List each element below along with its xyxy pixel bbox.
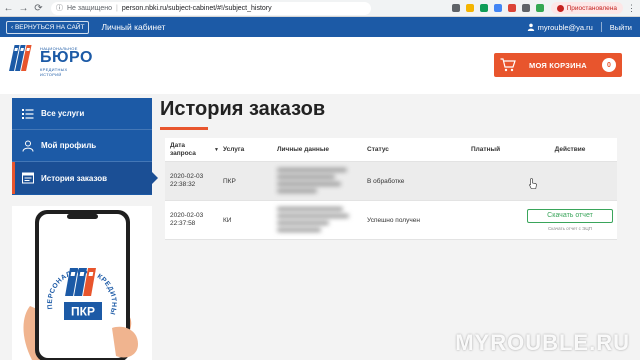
row-status: Успешно получен — [367, 216, 420, 224]
row-time: 22:38:32 — [170, 181, 196, 188]
orders-table: Дата запроса ▼ Услуга Личные данные Стат… — [165, 138, 617, 240]
browser-toolbar: ← → ⟳ ⓘ Не защищено | person.nbki.ru/sub… — [0, 0, 640, 17]
sidebar-item-label: Мой профиль — [41, 141, 97, 150]
bookmark-star-icon[interactable] — [465, 4, 474, 12]
sidebar-item-label: Все услуги — [41, 109, 85, 118]
list-icon — [22, 108, 34, 119]
download-report-button[interactable]: Скачать отчет — [527, 209, 613, 223]
row-date: 2020-02-03 — [170, 173, 204, 180]
logout-link[interactable]: Выйти — [610, 23, 632, 32]
reload-icon[interactable]: ⟳ — [32, 2, 45, 15]
extension-icon[interactable] — [507, 4, 516, 12]
cart-label: МОЯ КОРЗИНА — [529, 60, 587, 70]
title-underline — [160, 127, 208, 130]
nbki-logo[interactable]: НАЦИОНАЛЬНОЕ БЮРО КРЕДИТНЫХ ИСТОРИЙ — [8, 43, 92, 77]
logo-bottom-text: КРЕДИТНЫХ ИСТОРИЙ — [40, 67, 68, 77]
column-header-date[interactable]: Дата запроса ▼ — [165, 142, 223, 158]
back-icon[interactable]: ← — [2, 2, 15, 15]
row-service: КИ — [223, 216, 232, 224]
row-status: В обработке — [367, 177, 405, 185]
table-row[interactable]: 2020-02-03 22:37:58 КИ Успешно получен С… — [165, 201, 617, 240]
column-header-date-label: Дата запроса — [170, 141, 196, 157]
table-row[interactable]: 2020-02-03 22:38:32 ПКР В обработке — [165, 162, 617, 201]
column-header-paid: Платный — [471, 146, 501, 153]
books-logo-icon — [9, 45, 32, 71]
logo-main-text: БЮРО — [40, 49, 93, 66]
divider — [600, 22, 602, 32]
avatar — [556, 4, 564, 12]
profile-paused-button[interactable]: Приостановлена — [550, 2, 623, 14]
site-topbar: ‹ ВЕРНУТЬСЯ НА САЙТ Личный кабинет myrou… — [0, 17, 640, 37]
sidebar-item-all-services[interactable]: Все услуги — [12, 98, 152, 130]
cart-count-badge: 0 — [602, 58, 616, 72]
translate-icon[interactable] — [451, 4, 460, 12]
address-bar[interactable]: ⓘ Не защищено | person.nbki.ru/subject-c… — [51, 1, 371, 15]
row-action-cell: Скачать отчет Скачать отчет с ЭЦП — [523, 209, 617, 231]
extension-icon[interactable] — [479, 4, 488, 12]
active-arrow — [152, 172, 158, 184]
column-header-personal: Личные данные — [277, 146, 329, 153]
extensions-area: Приостановлена ⋮ — [449, 2, 640, 14]
hand-cursor-icon — [529, 178, 537, 189]
paused-label: Приостановлена — [566, 4, 617, 12]
sort-icon[interactable]: ▼ — [214, 146, 219, 154]
row-date-cell: 2020-02-03 22:38:32 — [165, 173, 223, 189]
url-text: person.nbki.ru/subject-cabinet/#!/subjec… — [121, 4, 272, 12]
user-area: myrouble@ya.ru Выйти — [527, 22, 640, 32]
pkr-promo-banner[interactable]: ПЕРСОНАЛЬНЫЙ КРЕДИТНЫЙ РЕЙТИНГ ПКР — [12, 206, 152, 360]
column-header-service: Услуга — [223, 146, 245, 153]
column-header-status: Статус — [367, 146, 389, 153]
extension-icon[interactable] — [535, 4, 544, 12]
user-email[interactable]: myrouble@ya.ru — [538, 23, 593, 32]
security-label: Не защищено — [67, 4, 112, 12]
sidebar-item-order-history[interactable]: История заказов — [12, 162, 158, 194]
pkr-badge: ПКР — [71, 305, 95, 319]
column-header-action: Действие — [554, 146, 586, 153]
row-personal-data-blurred — [277, 204, 367, 237]
row-personal-data-blurred — [277, 165, 367, 198]
extension-icon[interactable] — [493, 4, 502, 12]
back-to-site-button[interactable]: ‹ ВЕРНУТЬСЯ НА САЙТ — [6, 20, 90, 34]
user-icon — [22, 140, 34, 152]
sidebar-item-profile[interactable]: Мой профиль — [12, 130, 152, 162]
sidebar-menu: Все услуги Мой профиль История заказов — [12, 98, 158, 195]
download-note: Скачать отчет с ЭЦП — [548, 226, 592, 231]
row-service: ПКР — [223, 177, 236, 185]
extension-icon[interactable] — [521, 4, 530, 12]
address-divider: | — [116, 4, 118, 12]
row-time: 22:37:58 — [170, 220, 196, 227]
history-icon — [22, 172, 34, 184]
sidebar-item-label: История заказов — [41, 173, 108, 183]
site-header: НАЦИОНАЛЬНОЕ БЮРО КРЕДИТНЫХ ИСТОРИЙ МОЯ … — [0, 37, 640, 94]
row-date-cell: 2020-02-03 22:37:58 — [165, 212, 223, 228]
info-icon[interactable]: ⓘ — [56, 3, 63, 13]
forward-icon[interactable]: → — [17, 2, 30, 15]
cart-icon — [500, 58, 516, 72]
phone-in-hand-image: ПЕРСОНАЛЬНЫЙ КРЕДИТНЫЙ РЕЙТИНГ ПКР — [12, 206, 152, 360]
watermark-text: MYROUBLE.RU — [455, 330, 630, 355]
more-menu-icon[interactable]: ⋮ — [627, 3, 636, 14]
cart-button[interactable]: МОЯ КОРЗИНА 0 — [494, 53, 622, 77]
user-icon — [527, 23, 534, 31]
table-header: Дата запроса ▼ Услуга Личные данные Стат… — [165, 138, 617, 162]
row-date: 2020-02-03 — [170, 212, 204, 219]
cabinet-label: Личный кабинет — [101, 22, 166, 32]
page-title: История заказов — [160, 98, 326, 120]
